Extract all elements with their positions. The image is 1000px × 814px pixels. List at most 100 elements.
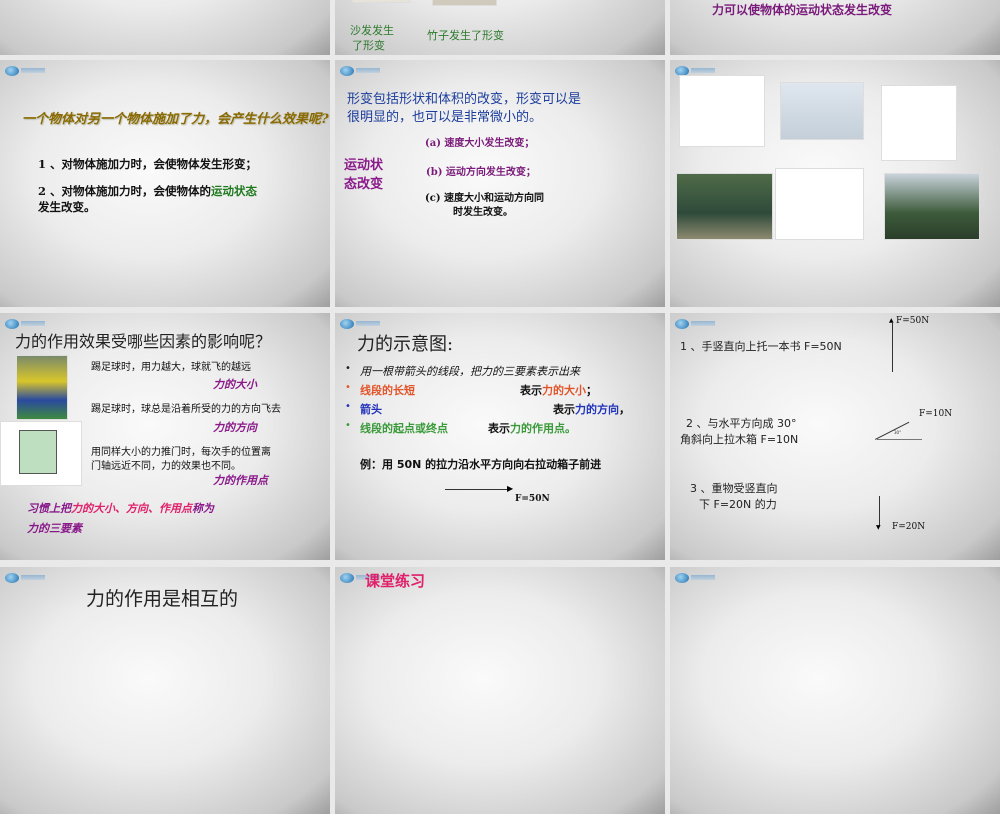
horizontal-reference — [877, 439, 922, 440]
slide-thumbnail[interactable]: 沙发发生 了形变 竹子发生了形变 — [335, 0, 665, 55]
angle-label: 30° — [894, 430, 902, 435]
text-line: 很明显的，也可以是非常微小的。 — [347, 110, 543, 125]
slide-thumbnail[interactable]: 力的作用效果受哪些因素的影响呢？ 踢足球时，用力越大，球就飞的越远 力的大小 踢… — [0, 313, 330, 560]
goalkeeper-image — [884, 173, 980, 240]
question: 1 、手竖直向上托一本书 F=50N — [680, 340, 842, 353]
text: 表示 — [488, 422, 510, 435]
slide-title: 课堂练习 — [365, 572, 426, 590]
text: 表示 — [553, 403, 575, 416]
text: 习惯上把 — [27, 502, 71, 515]
text-line: (b) 运动方向发生改变； — [426, 167, 536, 178]
sofa-image — [352, 0, 410, 3]
header-cartoon-image — [881, 85, 957, 161]
question: 3 、重物受竖直向 — [690, 482, 778, 495]
arrow-head-icon: ▼ — [876, 524, 881, 531]
highlight: 力的大小 — [542, 384, 586, 397]
slide-title: 力的作用效果受哪些因素的影响呢？ — [15, 332, 272, 351]
force-label: F=50N — [515, 494, 550, 504]
force-arrow-up — [892, 323, 893, 372]
highlight: 运动状态 — [211, 184, 258, 198]
keyword: 力的大小 — [213, 378, 257, 391]
text-line: (c) 速度大小和运动方向同 — [425, 193, 545, 204]
door-image — [0, 421, 82, 486]
slide-thumbnail[interactable]: 力的作用是相互的 — [0, 567, 330, 814]
arrow-head-icon: ▲ — [889, 317, 894, 324]
summary: 习惯上把力的大小、方向、作用点称为 — [27, 500, 214, 516]
bullet-text: 线段的长短 — [360, 384, 415, 397]
caption: 了形变 — [352, 39, 385, 52]
slide-thumbnail[interactable]: 课堂练习 — [335, 567, 665, 814]
slide-thumbnail[interactable]: 力的示意图: • 用一根带箭头的线段，把力的三要素表示出来 • 线段的长短 表示… — [335, 313, 665, 560]
force-arrow — [445, 489, 510, 490]
bullet-text: 箭头 — [360, 403, 382, 416]
text-line: 门轴远近不同，力的效果也不同。 — [91, 461, 241, 472]
bullet-right: 表示力的作用点。 — [488, 420, 576, 436]
force-arrow-angled — [875, 421, 910, 440]
slide-title: 力可以使物体的运动状态发生改变 — [712, 3, 893, 17]
slide-thumbnail[interactable] — [670, 60, 1000, 307]
text: ， — [619, 403, 630, 416]
caption: 竹子发生了形变 — [427, 29, 504, 42]
keyword: 力的作用点 — [213, 474, 268, 487]
text: 2 、对物体施加力时，会使物体的 — [38, 184, 212, 198]
text: ； — [586, 384, 597, 397]
force-label: F=50N — [896, 316, 930, 326]
slide-thumbnail[interactable]: 形变包括形状和体积的改变，形变可以是 很明显的，也可以是非常微小的。 (a) 速… — [335, 60, 665, 307]
logo-icon — [675, 319, 715, 329]
slide-thumbnail[interactable] — [0, 0, 330, 55]
side-label: 态改变 — [344, 177, 384, 192]
bullet-right: 表示力的方向， — [553, 401, 630, 417]
slide-title: 一个物体对另一个物体施加了力，会产生什么效果呢? — [22, 112, 329, 127]
rolling-balls-image — [775, 168, 864, 240]
bamboo-image — [432, 0, 497, 6]
force-arrow-down — [879, 496, 880, 526]
slide-thumbnail[interactable]: 一个物体对另一个物体施加了力，会产生什么效果呢? 1 、对物体施加力时，会使物体… — [0, 60, 330, 307]
question: 2 、与水平方向成 30° — [686, 417, 797, 430]
slide-title: 力的示意图: — [357, 334, 454, 355]
text-line: 踢足球时，用力越大，球就飞的越远 — [91, 362, 251, 373]
soccer-player-image — [16, 355, 68, 420]
text-line: 形变包括形状和体积的改变，形变可以是 — [347, 92, 582, 107]
logo-icon — [5, 66, 45, 76]
pole-vault-image — [780, 82, 864, 140]
slide-thumbnail[interactable]: 力可以使物体的运动状态发生改变 — [670, 0, 1000, 55]
logo-icon — [340, 573, 380, 583]
bullet: • — [345, 401, 351, 412]
summary: 力的三要素 — [27, 522, 82, 535]
keyword: 力的方向 — [213, 421, 257, 434]
slide-title: 力的作用是相互的 — [86, 588, 239, 610]
text-line: (a) 速度大小发生改变； — [425, 138, 535, 149]
text: 称为 — [192, 502, 214, 515]
bullet: • — [345, 420, 351, 431]
logo-icon — [675, 573, 715, 583]
text-line: 时发生改变。 — [453, 207, 513, 218]
text-line: 用同样大小的力推门时，每次手的位置离 — [91, 447, 271, 458]
side-label: 运动状 — [344, 158, 384, 173]
text-line: 1 、对物体施加力时，会使物体发生形变； — [38, 157, 258, 171]
text: 表示 — [520, 384, 542, 397]
bullet-text: 线段的起点或终点 — [360, 422, 448, 435]
highlight: 力的大小、方向、作用点 — [71, 502, 192, 515]
force-label: F=20N — [892, 522, 926, 532]
text-line: 踢足球时，球总是沿着所受的力的方向飞去 — [91, 404, 281, 415]
baseball-pitcher-image — [676, 173, 773, 240]
text-line: 发生改变。 — [38, 200, 96, 214]
bullet: • — [345, 363, 351, 374]
caption: 沙发发生 — [350, 24, 394, 37]
bullet-right: 表示力的大小； — [520, 382, 597, 398]
logo-icon — [340, 319, 380, 329]
question: 下 F=20N 的力 — [699, 498, 777, 511]
panda-bamboo-image — [679, 75, 765, 147]
arrow-head-icon: ▶ — [507, 484, 514, 493]
slide-thumbnail[interactable] — [670, 567, 1000, 814]
bullet: • — [345, 382, 351, 393]
logo-icon — [5, 573, 45, 583]
force-label: F=10N — [919, 409, 953, 419]
highlight: 力的方向 — [575, 403, 619, 416]
question: 角斜向上拉木箱 F=10N — [680, 433, 799, 446]
slide-thumbnail[interactable]: 1 、手竖直向上托一本书 F=50N ▲ F=50N 2 、与水平方向成 30°… — [670, 313, 1000, 560]
text-line: 2 、对物体施加力时，会使物体的运动状态 — [38, 183, 257, 199]
example-text: 例：用 50N 的拉力沿水平方向向右拉动箱子前进 — [360, 458, 602, 471]
highlight: 力的作用点。 — [510, 422, 576, 435]
bullet-text: 用一根带箭头的线段，把力的三要素表示出来 — [360, 365, 580, 378]
